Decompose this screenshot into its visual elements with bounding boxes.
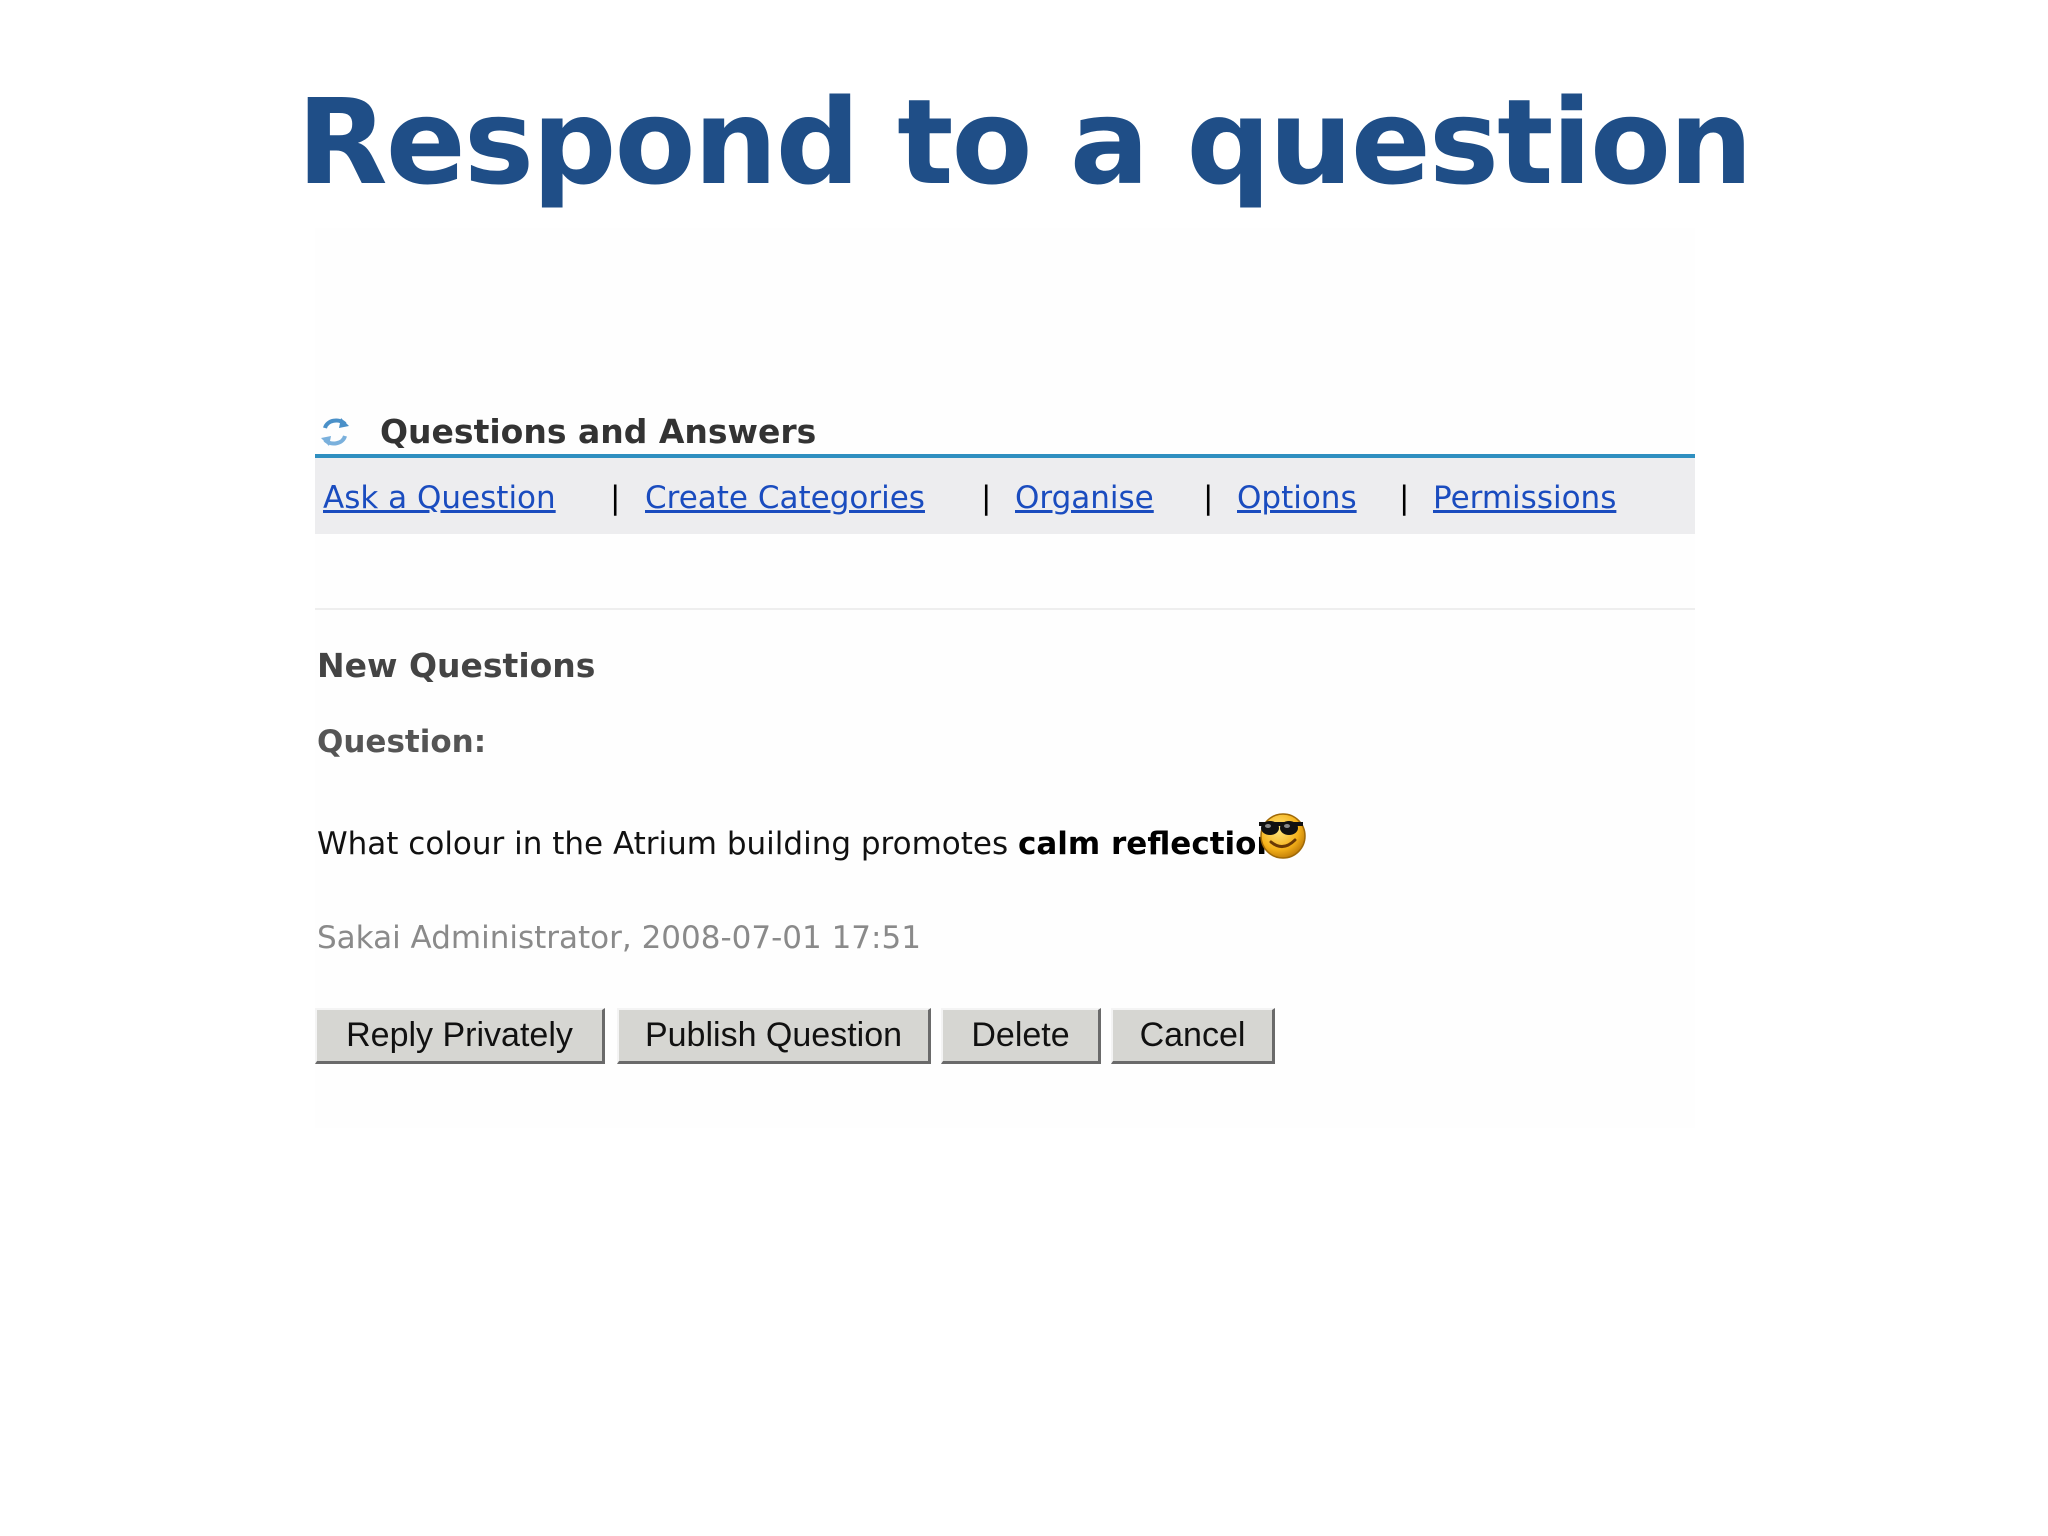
delete-button[interactable]: Delete — [941, 1008, 1101, 1064]
nav-organise[interactable]: Organise — [1015, 478, 1154, 518]
reply-privately-button[interactable]: Reply Privately — [315, 1008, 605, 1064]
cancel-button[interactable]: Cancel — [1111, 1008, 1275, 1064]
nav-separator: | — [610, 480, 621, 516]
tool-header: Questions and Answers — [315, 408, 1695, 458]
tool-nav-bar: Ask a Question | Create Categories | Org… — [315, 458, 1695, 534]
question-text-prefix: What colour in the Atrium building promo… — [317, 826, 1018, 862]
nav-separator: | — [1203, 480, 1214, 516]
tool-title: Questions and Answers — [380, 412, 817, 451]
publish-question-button[interactable]: Publish Question — [617, 1008, 931, 1064]
slide: Respond to a question (instructor) Quest… — [0, 0, 2048, 1536]
cool-sunglasses-smiley-icon — [1259, 813, 1306, 859]
nav-create-categories[interactable]: Create Categories — [645, 478, 925, 518]
nav-separator: | — [981, 480, 992, 516]
nav-options[interactable]: Options — [1237, 478, 1357, 518]
section-heading: New Questions — [317, 646, 596, 685]
refresh-arrows-icon — [321, 418, 349, 446]
question-author-meta: Sakai Administrator, 2008-07-01 17:51 — [317, 920, 921, 956]
question-text: What colour in the Atrium building promo… — [317, 824, 1295, 864]
nav-permissions[interactable]: Permissions — [1433, 478, 1616, 518]
qna-tool-screenshot: Questions and Answers Ask a Question | C… — [315, 228, 1695, 1128]
section-divider — [315, 608, 1695, 610]
question-label: Question: — [317, 724, 487, 760]
nav-ask-a-question[interactable]: Ask a Question — [323, 478, 556, 518]
question-text-emphasis: calm reflection — [1017, 826, 1279, 862]
nav-separator: | — [1399, 480, 1410, 516]
